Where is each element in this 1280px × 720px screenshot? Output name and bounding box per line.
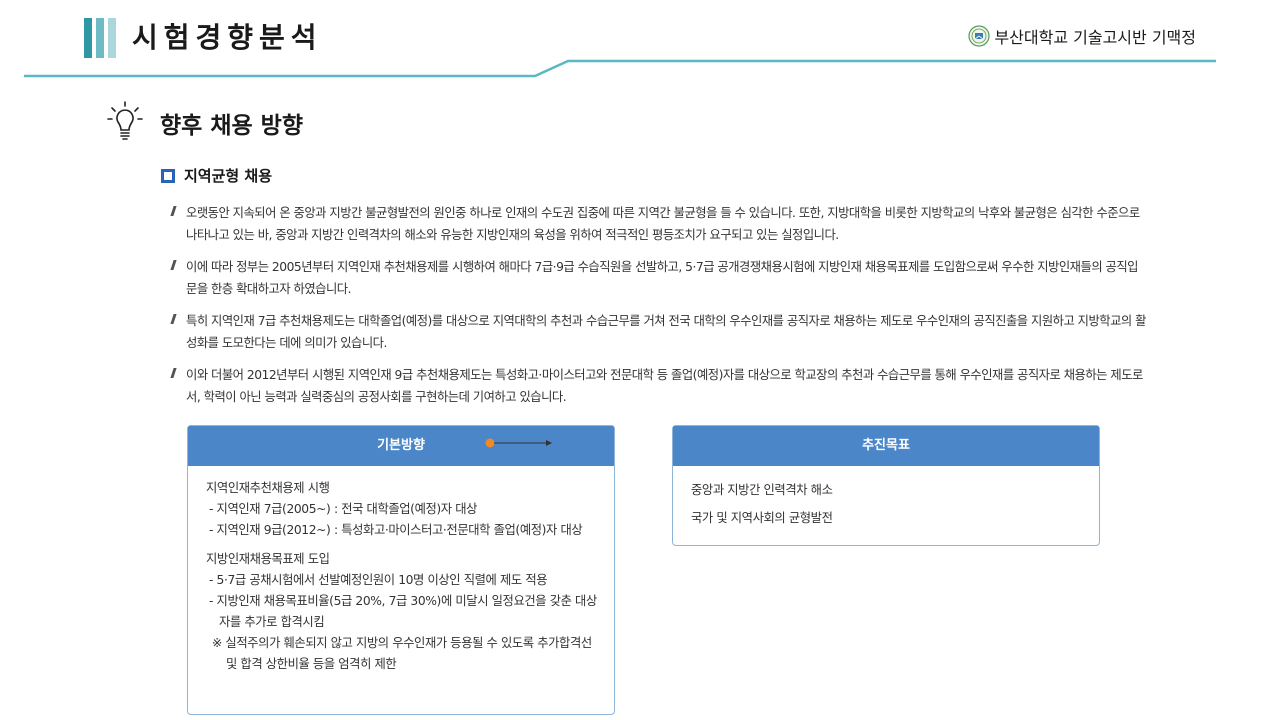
title-accent-bar [96, 18, 104, 58]
list-item: - 지방인재 채용목표비율(5급 20%, 7급 30%)에 미달시 일정요건을… [209, 594, 597, 629]
target-item: 국가 및 지역사회의 균형발전 [691, 511, 833, 525]
paragraph-list: 오랫동안 지속되어 온 중앙과 지방간 불균형발전의 원인중 하나로 인재의 수… [170, 202, 1147, 418]
organization-name: 부산대학교 기술고시반 기맥정 [994, 28, 1196, 47]
group-title: 지역인재추천채용제 시행 [206, 481, 330, 495]
paragraph: 이와 더불어 2012년부터 시행된 지역인재 9급 추천채용제도는 특성화고·… [170, 364, 1147, 408]
direction-group: 지역인재추천채용제 시행 - 지역인재 7급(2005~) : 전국 대학졸업(… [206, 478, 598, 541]
section-title: 향후 채용 방향 [160, 113, 303, 139]
lightbulb-icon [107, 101, 143, 140]
paragraph: 특히 지역인재 7급 추천채용제도는 대학졸업(예정)를 대상으로 지역대학의 … [170, 310, 1147, 354]
direction-group: 지방인재채용목표제 도입 - 5·7급 공채시험에서 선발예정인원이 10명 이… [206, 549, 598, 675]
target-box: 추진목표 중앙과 지방간 인력격차 해소 국가 및 지역사회의 균형발전 [672, 425, 1100, 546]
group-title: 지방인재채용목표제 도입 [206, 552, 330, 566]
paragraph-text: 이에 따라 정부는 2005년부터 지역인재 추천채용제를 시행하여 해마다 7… [186, 260, 1138, 296]
slash-bullet-icon [170, 314, 177, 324]
note-text: ※ 실적주의가 훼손되지 않고 지방의 우수인재가 등용될 수 있도록 추가합격… [212, 636, 592, 671]
arrow-connector-icon [485, 438, 552, 448]
title-accent-bar [108, 18, 116, 58]
paragraph-text: 이와 더불어 2012년부터 시행된 지역인재 9급 추천채용제도는 특성화고·… [186, 368, 1143, 404]
organization-label: 부산대학교 기술고시반 기맥정 [968, 24, 1196, 48]
university-seal-icon [968, 25, 991, 47]
list-item: - 지역인재 7급(2005~) : 전국 대학졸업(예정)자 대상 [209, 502, 478, 516]
square-bullet-icon [161, 169, 175, 183]
subsection-title: 지역균형 채용 [184, 167, 273, 185]
header-divider [24, 59, 1216, 78]
paragraph: 오랫동안 지속되어 온 중앙과 지방간 불균형발전의 원인중 하나로 인재의 수… [170, 202, 1147, 246]
paragraph: 이에 따라 정부는 2005년부터 지역인재 추천채용제를 시행하여 해마다 7… [170, 256, 1147, 300]
paragraph-text: 오랫동안 지속되어 온 중앙과 지방간 불균형발전의 원인중 하나로 인재의 수… [186, 206, 1140, 242]
slash-bullet-icon [170, 206, 177, 216]
target-body: 중앙과 지방간 인력격차 해소 국가 및 지역사회의 균형발전 [673, 466, 1099, 542]
basic-direction-box: 기본방향 지역인재추천채용제 시행 - 지역인재 7급(2005~) : 전국 … [187, 425, 615, 715]
list-item: - 5·7급 공채시험에서 선발예정인원이 10명 이상인 직렬에 제도 적용 [209, 573, 548, 587]
slash-bullet-icon [170, 368, 177, 378]
page-title: 시험경향분석 [132, 21, 323, 54]
target-item: 중앙과 지방간 인력격차 해소 [691, 483, 833, 497]
slash-bullet-icon [170, 260, 177, 270]
paragraph-text: 특히 지역인재 7급 추천채용제도는 대학졸업(예정)를 대상으로 지역대학의 … [186, 314, 1146, 350]
basic-direction-body: 지역인재추천채용제 시행 - 지역인재 7급(2005~) : 전국 대학졸업(… [188, 466, 614, 685]
target-header: 추진목표 [673, 426, 1099, 466]
list-item: - 지역인재 9급(2012~) : 특성화고·마이스터고·전문대학 졸업(예정… [209, 523, 583, 537]
title-accent-bar [84, 18, 92, 58]
